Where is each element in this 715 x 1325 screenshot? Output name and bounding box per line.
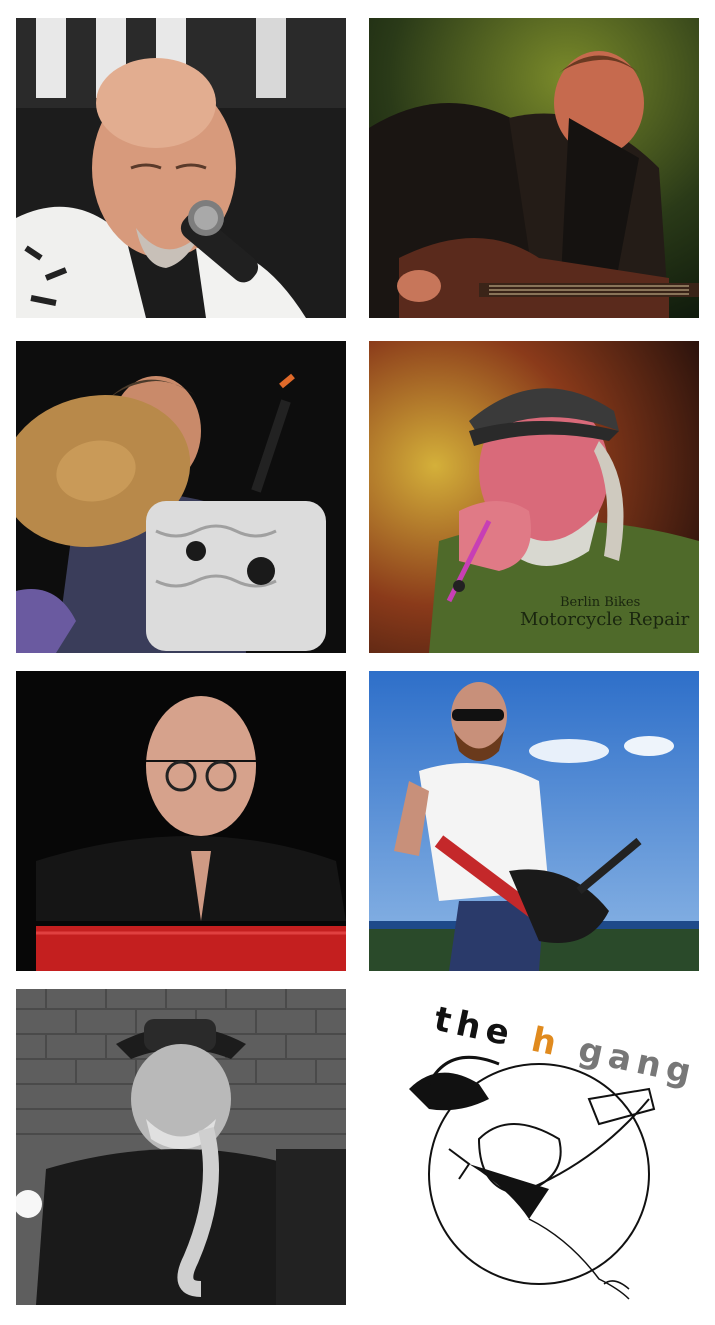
vocalist-illustration [16, 18, 346, 318]
logo-letter-h: h [527, 1019, 566, 1066]
saxophonist-illustration [16, 989, 346, 1305]
photo-keyboard-player [16, 671, 346, 971]
keyboard-player-illustration [16, 671, 346, 971]
photo-vocalist [16, 18, 346, 318]
shirt-line-1: Berlin Bikes [560, 595, 641, 610]
photo-guitarist-outdoors [369, 671, 699, 971]
band-logo: the h gang [369, 989, 699, 1305]
photo-drummer [16, 341, 346, 653]
photo-saxophonist [16, 989, 346, 1305]
shirt-print: Berlin Bikes Motorcycle Repair [520, 595, 700, 630]
photo-guitarist-leather [369, 18, 699, 318]
shirt-line-2: Motorcycle Repair [520, 609, 690, 631]
guitarist-outdoors-illustration [369, 671, 699, 971]
guitarist-illustration [369, 18, 699, 318]
drummer-illustration [16, 341, 346, 653]
